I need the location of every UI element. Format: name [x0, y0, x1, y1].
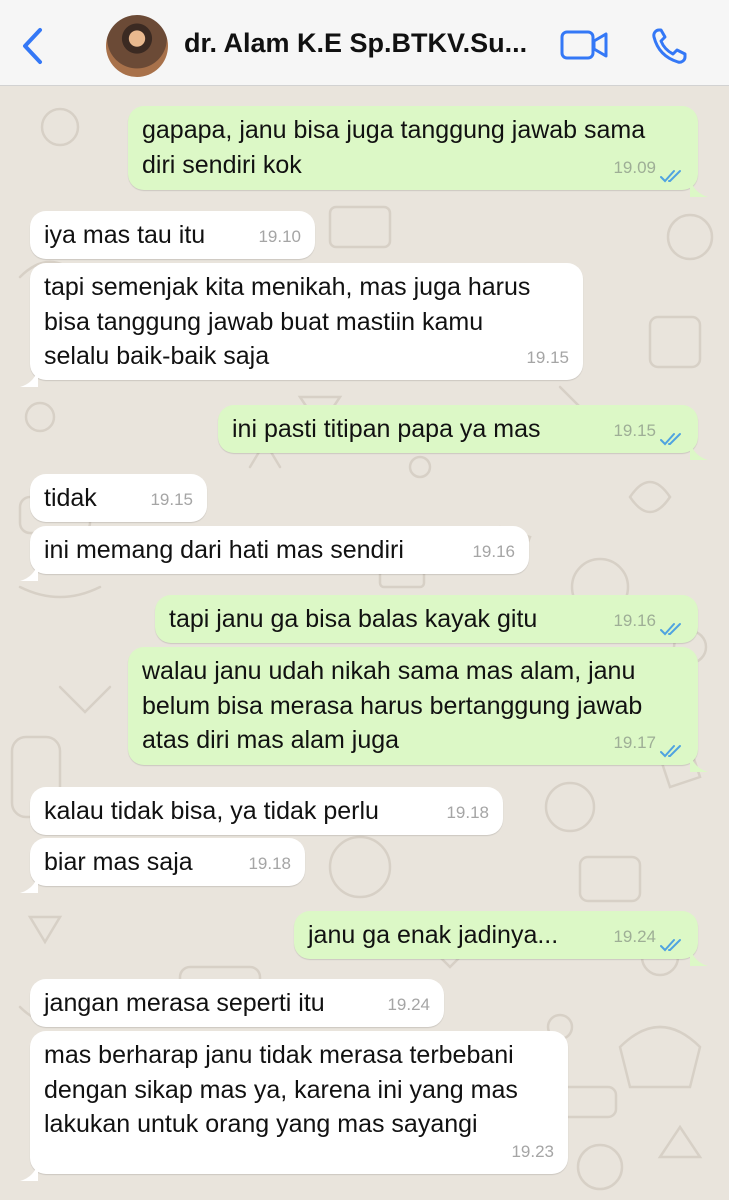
outgoing-message[interactable]: gapapa, janu bisa juga tanggung jawab sa… — [128, 106, 708, 197]
incoming-message[interactable]: tidak 19.15 — [30, 474, 207, 522]
message-time: 19.15 — [150, 489, 193, 509]
message-meta: 19.16 — [472, 535, 515, 570]
outgoing-message[interactable]: ini pasti titipan papa ya mas 19.15 — [218, 405, 708, 460]
message-meta: 19.09 — [613, 151, 684, 186]
message-time: 19.15 — [526, 347, 569, 367]
message-meta: 19.23 — [511, 1135, 554, 1170]
outgoing-message[interactable]: janu ga enak jadinya... 19.24 — [294, 911, 708, 966]
phone-icon — [652, 28, 687, 64]
bubble-tail — [690, 941, 708, 966]
incoming-message[interactable]: ini memang dari hati mas sendiri 19.16 — [20, 526, 529, 581]
video-call-button[interactable] — [560, 28, 610, 62]
message-time: 19.17 — [613, 732, 656, 752]
bubble-tail — [20, 556, 38, 581]
message-text: gapapa, janu bisa juga tanggung jawab sa… — [142, 116, 646, 179]
incoming-message[interactable]: jangan merasa seperti itu 19.24 — [30, 979, 444, 1027]
bubble-tail — [20, 1156, 38, 1181]
read-receipt-icon — [660, 614, 684, 636]
message-text: tapi janu ga bisa balas kayak gitu — [169, 605, 538, 633]
voice-call-button[interactable] — [650, 26, 688, 66]
bubble-tail — [20, 868, 38, 893]
message-list[interactable]: gapapa, janu bisa juga tanggung jawab sa… — [0, 87, 729, 1200]
back-button[interactable] — [18, 26, 48, 66]
contact-avatar[interactable] — [106, 15, 168, 77]
message-text: walau janu udah nikah sama mas alam, jan… — [142, 657, 643, 754]
chevron-left-icon — [23, 28, 42, 64]
message-text: kalau tidak bisa, ya tidak perlu — [44, 797, 379, 825]
outgoing-message[interactable]: tapi janu ga bisa balas kayak gitu 19.16 — [155, 595, 698, 643]
message-meta: 19.18 — [446, 796, 489, 831]
read-receipt-icon — [660, 161, 684, 183]
message-time: 19.10 — [258, 226, 301, 246]
message-meta: 19.24 — [387, 988, 430, 1023]
incoming-message[interactable]: mas berharap janu tidak merasa terbebani… — [20, 1031, 568, 1181]
message-meta: 19.10 — [258, 220, 301, 255]
message-time: 19.18 — [248, 853, 291, 873]
message-time: 19.09 — [613, 157, 656, 177]
message-text: ini memang dari hati mas sendiri — [44, 536, 404, 564]
message-meta: 19.17 — [613, 726, 684, 761]
message-meta: 19.15 — [613, 414, 684, 449]
message-meta: 19.18 — [248, 847, 291, 882]
bubble-tail — [690, 435, 708, 460]
message-meta: 19.24 — [613, 920, 684, 955]
message-time: 19.15 — [613, 420, 656, 440]
message-text: jangan merasa seperti itu — [44, 989, 325, 1017]
bubble-tail — [690, 172, 708, 197]
outgoing-message[interactable]: walau janu udah nikah sama mas alam, jan… — [128, 647, 708, 772]
message-text: tapi semenjak kita menikah, mas juga har… — [44, 273, 531, 370]
read-receipt-icon — [660, 424, 684, 446]
bubble-tail — [20, 362, 38, 387]
message-meta: 19.15 — [150, 483, 193, 518]
read-receipt-icon — [660, 930, 684, 952]
message-time: 19.24 — [613, 926, 656, 946]
message-time: 19.18 — [446, 802, 489, 822]
message-time: 19.16 — [472, 541, 515, 561]
read-receipt-icon — [660, 736, 684, 758]
incoming-message[interactable]: kalau tidak bisa, ya tidak perlu 19.18 — [30, 787, 503, 835]
incoming-message[interactable]: iya mas tau itu 19.10 — [30, 211, 315, 259]
message-time: 19.16 — [613, 610, 656, 630]
chat-header: dr. Alam K.E Sp.BTKV.Su... — [0, 0, 729, 86]
incoming-message[interactable]: tapi semenjak kita menikah, mas juga har… — [20, 263, 583, 387]
contact-name[interactable]: dr. Alam K.E Sp.BTKV.Su... — [184, 28, 544, 59]
message-text: mas berharap janu tidak merasa terbebani… — [44, 1041, 518, 1138]
message-meta: 19.15 — [526, 341, 569, 376]
message-time: 19.24 — [387, 994, 430, 1014]
incoming-message[interactable]: biar mas saja 19.18 — [20, 838, 305, 893]
video-call-icon — [560, 30, 608, 60]
bubble-tail — [690, 747, 708, 772]
message-time: 19.23 — [511, 1141, 554, 1161]
message-meta: 19.16 — [613, 604, 684, 639]
